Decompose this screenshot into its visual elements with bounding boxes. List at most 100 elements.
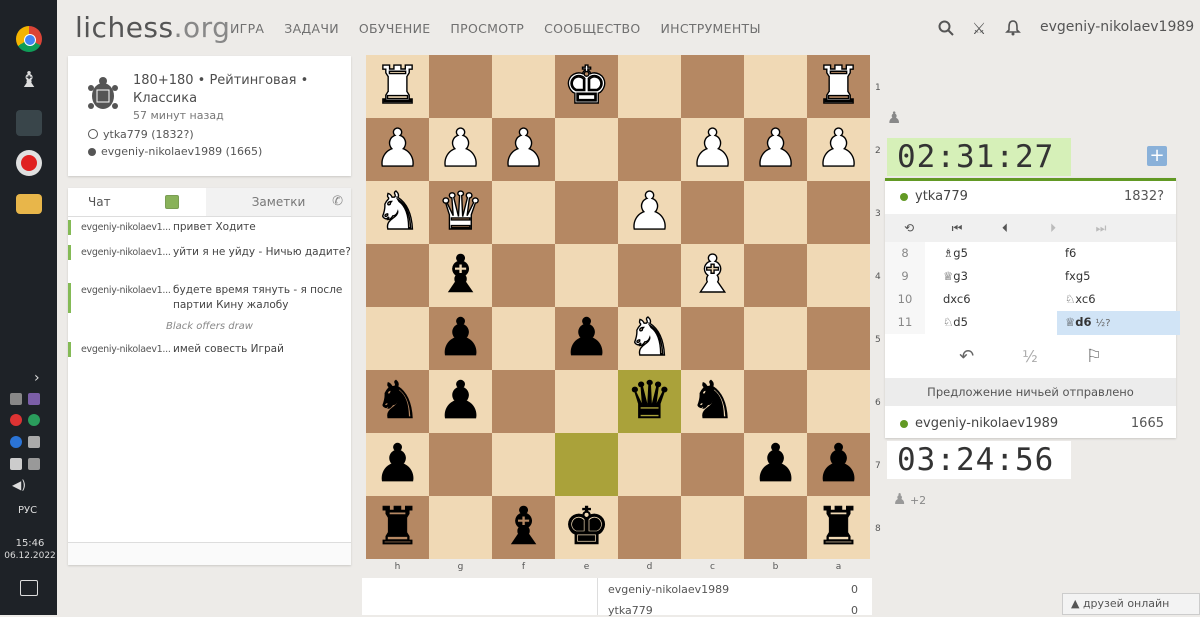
signal-icon[interactable] [28,458,40,470]
record-icon[interactable] [16,150,42,176]
bluetooth-icon[interactable] [10,436,22,448]
resign-flag-icon[interactable]: ⚐ [1086,346,1102,367]
taskbar-date[interactable]: 06.12.2022 [4,551,56,561]
folder-icon[interactable] [16,194,42,214]
printer-icon[interactable] [10,393,22,405]
black-player-name[interactable]: evgeniy-nikolaev1989 [101,145,222,158]
white-pawn-piece[interactable]: ♟ [744,118,807,181]
language-indicator[interactable]: РУС [18,505,37,516]
white-pawn-piece[interactable]: ♟ [681,118,744,181]
tab-notes[interactable]: Заметки ✆ [206,188,351,216]
square-h5[interactable] [366,307,429,370]
square-f4[interactable] [492,244,555,307]
square-a3[interactable] [807,181,870,244]
square-e3[interactable] [555,181,618,244]
nav-community[interactable]: СООБЩЕСТВО [544,21,640,36]
square-h4[interactable] [366,244,429,307]
nav-watch[interactable]: ПРОСМОТР [450,21,524,36]
square-b8[interactable] [744,496,807,559]
square-b4[interactable] [744,244,807,307]
chat-toggle[interactable] [165,195,179,209]
white-king-piece[interactable]: ♚ [555,55,618,118]
opponent-name[interactable]: ytka779 [915,183,968,211]
white-pawn-piece[interactable]: ♟ [618,181,681,244]
nav-puzzles[interactable]: ЗАДАЧИ [284,21,339,36]
chess-board[interactable]: ♜ ♚ ♜ ♟ ♟ ♟ ♟ ♟ ♟ ♞ ♛ ♟ ♝ ♝ ♟ ♟ ♞ ♞ ♟ ♛ ♞ ♟ ♟ ♟ ♜ ♝ ♚ ♜ [366,55,870,559]
chat-author[interactable]: evgeniy-nikolaev1... [81,245,173,260]
black-pawn-piece[interactable]: ♟ [429,307,492,370]
chess-app-icon[interactable]: ♝ [16,68,42,94]
offer-draw-button[interactable]: ½ [1022,347,1038,366]
white-knight-piece[interactable]: ♞ [618,307,681,370]
first-move-icon[interactable]: ⏮ [933,221,981,236]
volume-icon[interactable]: ◀) [12,478,26,492]
square-c1[interactable] [681,55,744,118]
black-king-piece[interactable]: ♚ [555,496,618,559]
square-f1[interactable] [492,55,555,118]
score-player[interactable]: evgeniy-nikolaev1989 [608,583,729,596]
chat-author[interactable]: evgeniy-nikolaev1... [81,342,173,357]
record-tray-icon[interactable] [10,414,22,426]
friends-online-button[interactable]: ▲ друзей онлайн [1062,593,1200,615]
square-b3[interactable] [744,181,807,244]
black-pawn-piece[interactable]: ♟ [429,370,492,433]
next-move-icon[interactable]: ⏵ [1029,221,1077,236]
taskbar-time[interactable]: 15:46 [15,538,45,549]
white-pawn-piece[interactable]: ♟ [807,118,870,181]
crossed-swords-icon[interactable]: ⚔ [970,20,988,38]
square-a6[interactable] [807,370,870,433]
white-player-name[interactable]: ytka779 [103,128,148,141]
square-e7[interactable] [555,433,618,496]
square-d1[interactable] [618,55,681,118]
white-move[interactable]: ♕g3 [943,265,1053,288]
chat-input[interactable] [68,542,351,565]
tray-chevron-icon[interactable]: › [34,370,40,386]
chat-author[interactable]: evgeniy-nikolaev1... [81,283,173,313]
notification-icon[interactable] [20,580,38,596]
last-move-icon[interactable]: ⏭ [1077,221,1125,236]
score-player[interactable]: ytka779 [608,604,653,617]
square-g7[interactable] [429,433,492,496]
white-rook-piece[interactable]: ♜ [366,55,429,118]
square-a4[interactable] [807,244,870,307]
square-e4[interactable] [555,244,618,307]
white-knight-piece[interactable]: ♞ [366,181,429,244]
white-pawn-piece[interactable]: ♟ [366,118,429,181]
usb-icon[interactable] [28,436,40,448]
feather-icon[interactable] [28,393,40,405]
photo-app-icon[interactable] [16,110,42,136]
black-move[interactable]: ♘xc6 [1057,288,1180,311]
square-c7[interactable] [681,433,744,496]
search-icon[interactable] [937,20,955,38]
square-f7[interactable] [492,433,555,496]
nav-learn[interactable]: ОБУЧЕНИЕ [359,21,431,36]
square-d7[interactable] [618,433,681,496]
current-move[interactable]: ♕d6 ½? [1057,311,1180,335]
square-b5[interactable] [744,307,807,370]
white-move[interactable]: dxc6 [943,288,1053,311]
square-e2[interactable] [555,118,618,181]
black-pawn-piece[interactable]: ♟ [366,433,429,496]
square-g1[interactable] [429,55,492,118]
white-pawn-piece[interactable]: ♟ [492,118,555,181]
square-f6[interactable] [492,370,555,433]
self-name[interactable]: evgeniy-nikolaev1989 [915,410,1058,438]
square-b6[interactable] [744,370,807,433]
square-d2[interactable] [618,118,681,181]
black-move[interactable]: f6 [1057,242,1180,265]
black-pawn-piece[interactable]: ♟ [807,433,870,496]
black-knight-piece[interactable]: ♞ [681,370,744,433]
black-rook-piece[interactable]: ♜ [366,496,429,559]
flip-board-icon[interactable]: ⟲ [885,221,933,235]
white-pawn-piece[interactable]: ♟ [429,118,492,181]
chat-author[interactable]: evgeniy-nikolaev1... [81,220,173,235]
lichess-logo[interactable]: lichess.org [75,11,230,44]
white-queen-piece[interactable]: ♛ [429,181,492,244]
nav-play[interactable]: ИГРА [230,21,264,36]
square-a5[interactable] [807,307,870,370]
black-pawn-piece[interactable]: ♟ [555,307,618,370]
white-move[interactable]: ♗g5 [943,242,1053,265]
square-c8[interactable] [681,496,744,559]
user-menu[interactable]: evgeniy-nikolaev1989 [1040,19,1194,35]
black-bishop-piece[interactable]: ♝ [429,244,492,307]
